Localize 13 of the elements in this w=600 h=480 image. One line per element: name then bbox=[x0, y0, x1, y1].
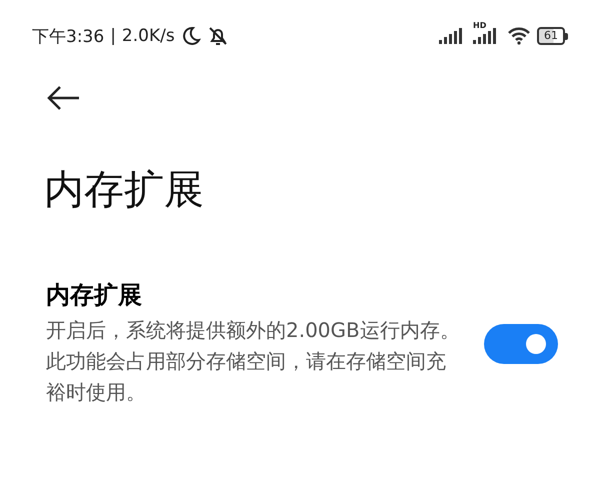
clock-time: 下午3:36 bbox=[32, 26, 104, 48]
wifi-icon bbox=[507, 27, 531, 45]
battery-icon: 61 bbox=[537, 27, 568, 45]
page-title: 内存扩展 bbox=[44, 166, 205, 215]
moon-icon bbox=[180, 26, 201, 46]
back-button[interactable] bbox=[46, 84, 82, 112]
network-speed: 2.0K/s bbox=[122, 26, 175, 46]
muted-bell-icon bbox=[206, 25, 229, 47]
toggle-switch[interactable] bbox=[484, 324, 558, 364]
hd-label: HD bbox=[473, 21, 486, 30]
separator-text: | bbox=[110, 26, 116, 46]
setting-title: 内存扩展 bbox=[46, 280, 143, 311]
setting-description: 开启后，系统将提供额外的2.00GB运行内存。此功能会占用部分存储空间，请在存储空间充裕时使用。 bbox=[46, 317, 461, 406]
